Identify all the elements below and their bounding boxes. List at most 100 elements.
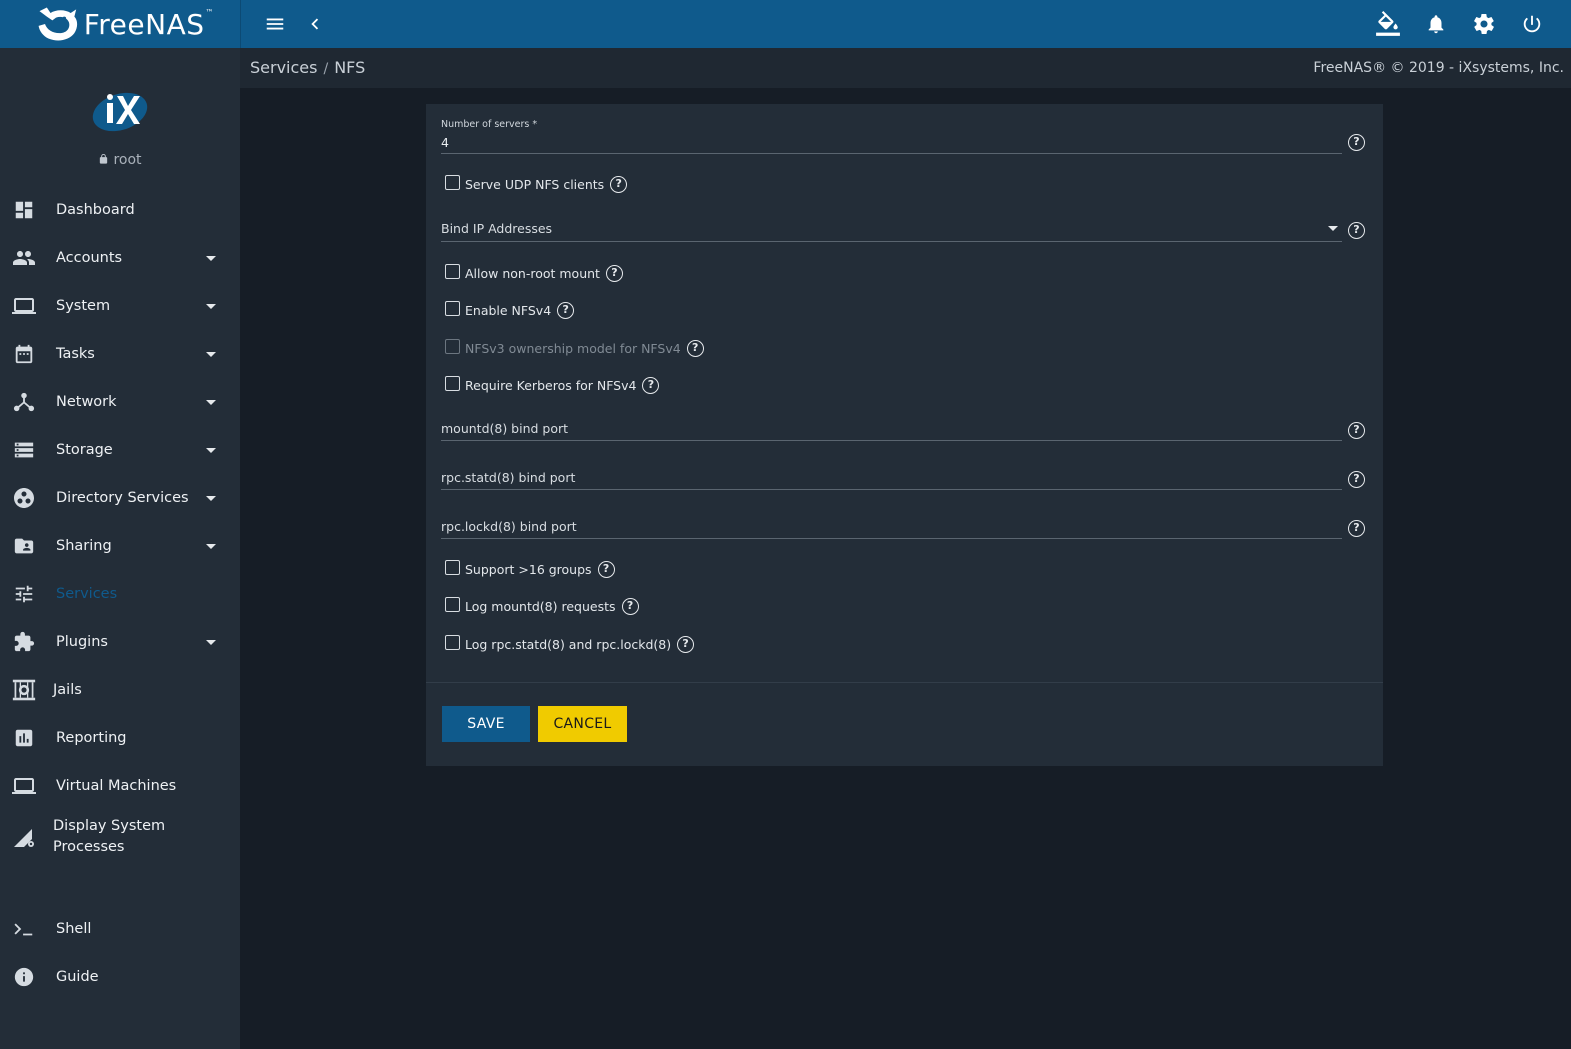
num-servers-label: Number of servers *	[441, 119, 538, 130]
info-icon	[12, 965, 36, 989]
groups16-checkbox[interactable]	[445, 559, 460, 575]
sidebar-item-label: Display System Processes	[53, 818, 166, 855]
sidebar-item-storage[interactable]: Storage	[0, 426, 240, 474]
process-icon	[12, 825, 36, 849]
groups16-label: Support >16 groups	[465, 561, 592, 577]
sidebar-item-label: Jails	[53, 681, 82, 698]
freenas-logo[interactable]: FreeNAS™	[34, 2, 214, 46]
nfs-settings-card: Number of servers * 4 ? Serve UDP NFS cl…	[426, 104, 1383, 766]
help-icon[interactable]: ?	[597, 560, 615, 578]
gear-icon	[1474, 13, 1494, 34]
help-icon[interactable]: ?	[686, 339, 704, 357]
sidebar-item-label: System	[56, 297, 111, 314]
laptop-icon	[12, 774, 36, 798]
udp-checkbox-row[interactable]: Serve UDP NFS clients ?	[445, 174, 628, 194]
sidebar-item-accounts[interactable]: Accounts	[0, 234, 240, 282]
puzzle-icon	[12, 630, 36, 654]
bind-ip-underline	[441, 241, 1342, 242]
sidebar-item-display-system-processes[interactable]: Display System Processes	[0, 810, 240, 864]
allow-nonroot-checkbox-row[interactable]: Allow non-root mount ?	[445, 263, 623, 283]
sidebar-item-reporting[interactable]: Reporting	[0, 714, 240, 762]
lock-icon	[100, 153, 108, 164]
kerberos-checkbox-row[interactable]: Require Kerberos for NFSv4 ?	[445, 375, 660, 395]
help-icon[interactable]: ?	[621, 597, 639, 615]
laptop-icon	[12, 294, 36, 318]
log-mountd-checkbox[interactable]	[445, 596, 460, 612]
brand-name: FreeNAS™	[83, 7, 214, 41]
help-icon[interactable]: ?	[605, 264, 623, 282]
chevron-down-icon[interactable]	[1328, 226, 1338, 231]
sidebar-item-sharing[interactable]: Sharing	[0, 522, 240, 570]
sidebar-item-tasks[interactable]: Tasks	[0, 330, 240, 378]
nfsv3-ownership-checkbox	[445, 338, 460, 354]
log-statd-checkbox[interactable]	[445, 634, 460, 650]
lockd-port-underline	[441, 538, 1342, 539]
num-servers-input[interactable]: 4	[441, 135, 449, 150]
mountd-port-input[interactable]: mountd(8) bind port	[441, 421, 568, 436]
kerberos-checkbox[interactable]	[445, 375, 460, 391]
lockd-port-input[interactable]: rpc.lockd(8) bind port	[441, 519, 577, 534]
sidebar-item-jails[interactable]: Jails	[0, 666, 240, 714]
sidebar-item-directory-services[interactable]: Directory Services	[0, 474, 240, 522]
sidebar-item-dashboard[interactable]: Dashboard	[0, 186, 240, 234]
save-button[interactable]: SAVE	[442, 706, 530, 742]
breadcrumb-services-link[interactable]: Services	[250, 58, 317, 77]
log-mountd-checkbox-row[interactable]: Log mountd(8) requests ?	[445, 596, 639, 616]
help-icon[interactable]: ?	[1348, 520, 1365, 537]
sidebar-item-virtual-machines[interactable]: Virtual Machines	[0, 762, 240, 810]
folder-shared-icon	[12, 534, 36, 558]
expand-caret-icon	[206, 639, 216, 645]
menu-icon	[266, 18, 284, 30]
sidebar-item-guide[interactable]: Guide	[0, 953, 240, 1001]
help-icon[interactable]: ?	[610, 175, 628, 193]
expand-caret-icon	[206, 303, 216, 309]
help-icon[interactable]: ?	[677, 635, 695, 653]
nfsv4-checkbox[interactable]	[445, 300, 460, 316]
expand-caret-icon	[206, 399, 216, 405]
help-icon[interactable]: ?	[1348, 422, 1365, 439]
help-icon[interactable]: ?	[1348, 134, 1365, 151]
kerberos-label: Require Kerberos for NFSv4	[465, 377, 637, 393]
bind-ip-select[interactable]: Bind IP Addresses	[441, 221, 552, 236]
help-icon[interactable]: ?	[557, 301, 575, 319]
groups16-checkbox-row[interactable]: Support >16 groups ?	[445, 559, 615, 579]
help-icon[interactable]: ?	[1348, 222, 1365, 239]
menu-toggle-button[interactable]	[259, 8, 291, 40]
shell-icon	[12, 917, 36, 941]
nfsv4-label: Enable NFSv4	[465, 302, 552, 318]
help-icon[interactable]: ?	[642, 376, 660, 394]
settings-button[interactable]	[1468, 8, 1500, 40]
nfsv3-ownership-checkbox-row: NFSv3 ownership model for NFSv4 ?	[445, 338, 704, 358]
freenas-fish-icon	[38, 7, 78, 41]
expand-caret-icon	[206, 495, 216, 501]
expand-caret-icon	[206, 255, 216, 261]
sidebar-item-services[interactable]: Services	[0, 570, 240, 618]
chevron-left-icon	[311, 18, 319, 30]
log-statd-checkbox-row[interactable]: Log rpc.statd(8) and rpc.lockd(8) ?	[445, 634, 695, 654]
udp-label: Serve UDP NFS clients	[465, 176, 605, 192]
help-icon[interactable]: ?	[1348, 471, 1365, 488]
sidebar-item-label: Network	[56, 393, 117, 410]
notifications-button[interactable]	[1420, 8, 1452, 40]
theme-button[interactable]	[1372, 8, 1404, 40]
statd-port-input[interactable]: rpc.statd(8) bind port	[441, 470, 575, 485]
sidebar-item-system[interactable]: System	[0, 282, 240, 330]
copyright-text: FreeNAS® © 2019 - iXsystems, Inc.	[1313, 60, 1564, 76]
udp-checkbox[interactable]	[445, 174, 460, 190]
allow-nonroot-label: Allow non-root mount	[465, 265, 600, 281]
card-divider	[426, 682, 1383, 683]
username: root	[113, 152, 142, 168]
power-button[interactable]	[1516, 8, 1548, 40]
nfsv4-checkbox-row[interactable]: Enable NFSv4 ?	[445, 300, 575, 320]
tune-icon	[12, 582, 36, 606]
sidebar-item-label: Plugins	[56, 633, 108, 650]
sidebar-item-plugins[interactable]: Plugins	[0, 618, 240, 666]
cancel-button[interactable]: CANCEL	[538, 706, 627, 742]
sidebar-item-label: Directory Services	[56, 489, 189, 506]
collapse-sidebar-button[interactable]	[299, 8, 331, 40]
sidebar-item-shell[interactable]: Shell	[0, 905, 240, 953]
people-icon	[12, 246, 36, 270]
sidebar-item-label: Accounts	[56, 249, 123, 266]
allow-nonroot-checkbox[interactable]	[445, 263, 460, 279]
sidebar-item-network[interactable]: Network	[0, 378, 240, 426]
